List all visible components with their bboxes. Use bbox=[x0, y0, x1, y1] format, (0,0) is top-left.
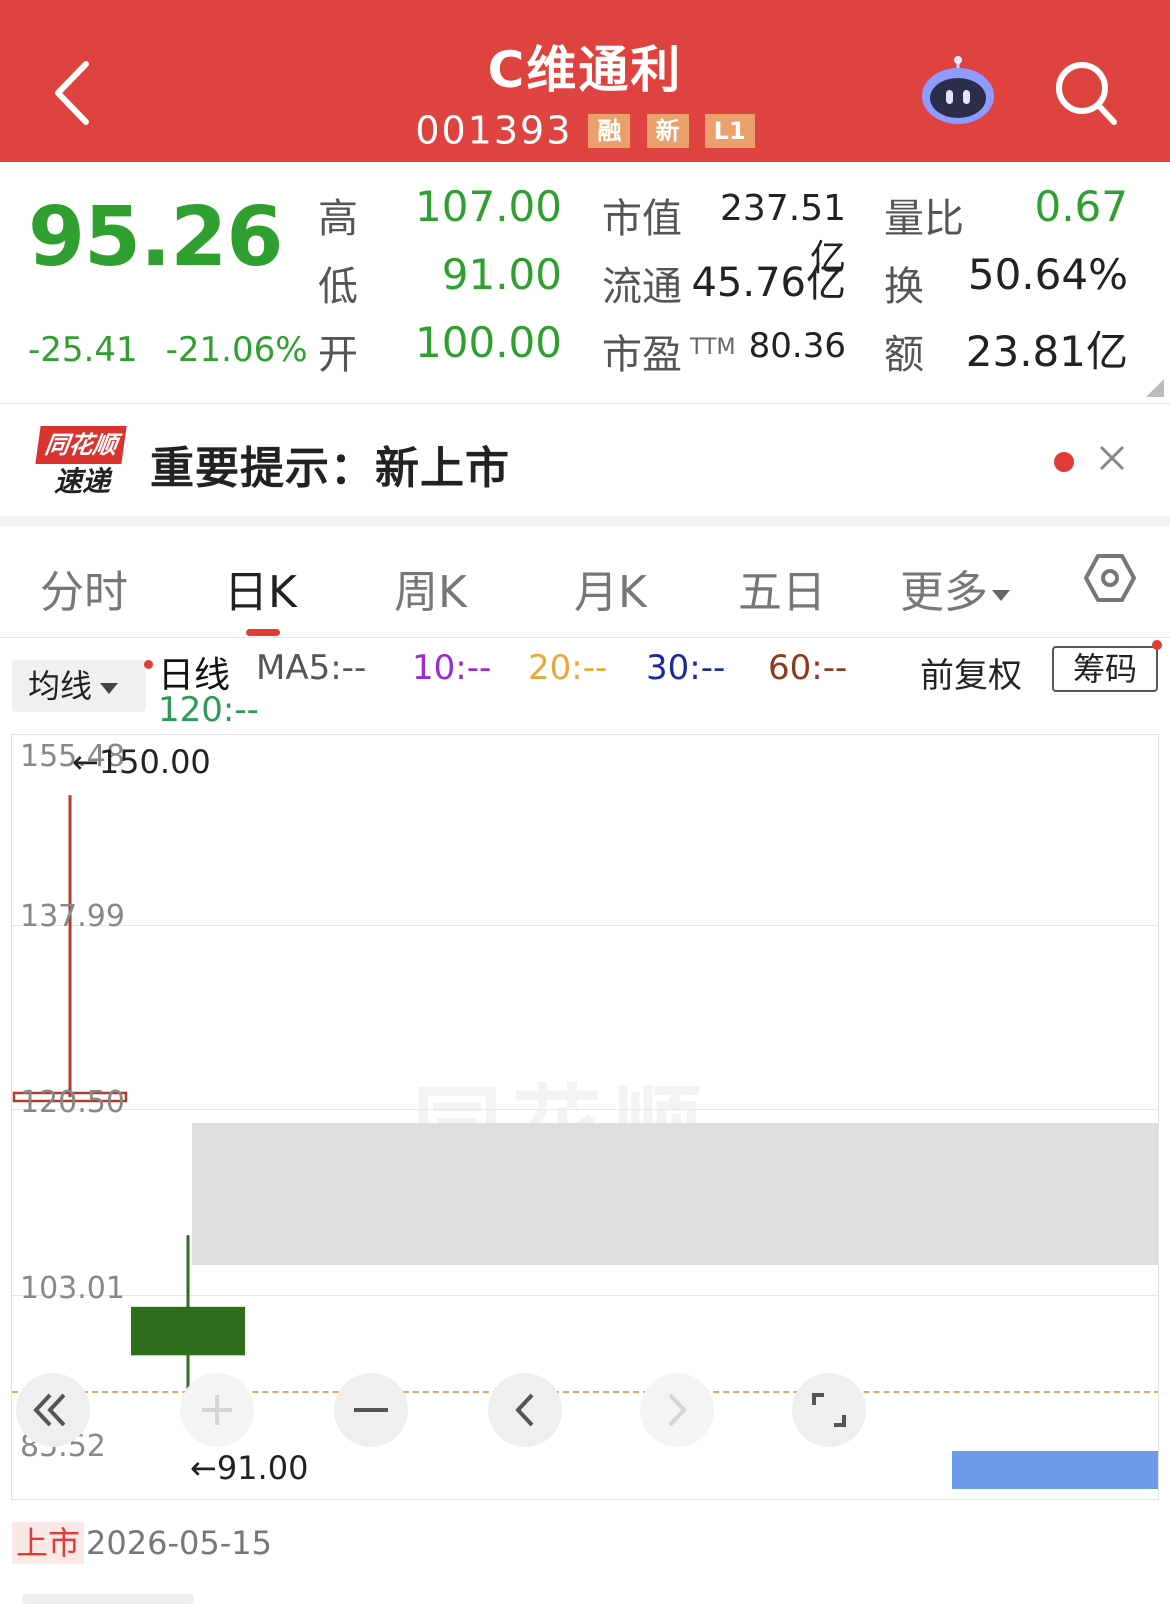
double-chevron-left-icon bbox=[33, 1393, 66, 1427]
scroll-to-start-button[interactable] bbox=[16, 1373, 90, 1447]
chip-notification-dot bbox=[1152, 640, 1162, 650]
volume-ratio-label: 量比 bbox=[884, 196, 964, 242]
section-divider bbox=[0, 516, 1170, 526]
y-tick-label: 137.99 bbox=[20, 899, 125, 934]
tab-monthly-k[interactable]: 月K bbox=[574, 556, 647, 620]
period-tabs: 分时 日K 周K 月K 五日 更多 bbox=[0, 526, 1170, 638]
chevron-down-icon bbox=[992, 589, 1010, 601]
open-label: 开 bbox=[318, 332, 358, 378]
kline-chart[interactable]: 同花顺 155.48 137.99 120.50 103.01 85.52 ←1… bbox=[11, 734, 1159, 1500]
pe-label-group: 市盈 TTM bbox=[602, 322, 735, 380]
tab-weekly-k[interactable]: 周K bbox=[394, 556, 467, 620]
listing-date: 2026-05-15 bbox=[86, 1524, 272, 1562]
volume-indicator-bar bbox=[952, 1451, 1158, 1489]
candle-body[interactable] bbox=[131, 1306, 245, 1356]
minus-icon bbox=[354, 1408, 388, 1412]
turnover-value: 50.64% bbox=[967, 250, 1128, 299]
dropdown-caret-icon bbox=[100, 682, 119, 694]
settings-hexagon-icon[interactable] bbox=[1084, 552, 1136, 604]
chevron-right-icon bbox=[668, 1393, 687, 1427]
low-price-annotation: ←91.00 bbox=[190, 1449, 309, 1487]
ma5-value: MA5:-- bbox=[256, 648, 367, 688]
close-icon[interactable] bbox=[1098, 444, 1126, 472]
tab-five-day[interactable]: 五日 bbox=[738, 556, 826, 620]
chevron-left-icon bbox=[515, 1393, 534, 1427]
ma20-value: 20:-- bbox=[528, 648, 608, 688]
high-label: 高 bbox=[318, 196, 358, 242]
zoom-out-button[interactable] bbox=[334, 1373, 408, 1447]
low-value: 91.00 bbox=[441, 250, 562, 299]
ma-indicator-dot bbox=[144, 660, 153, 669]
amount-value: 23.81亿 bbox=[965, 327, 1128, 376]
active-tab-indicator bbox=[246, 629, 280, 636]
app-header: C维通利 001393 融 新 L1 bbox=[0, 0, 1170, 162]
tab-more[interactable]: 更多 bbox=[900, 556, 1010, 620]
ma60-value: 60:-- bbox=[768, 648, 848, 688]
indicator-dropdown-label: 均线 bbox=[28, 667, 93, 705]
quote-panel: 95.26 -25.41 -21.06% 高 107.00 低 91.00 开 1… bbox=[0, 162, 1170, 404]
robot-assistant-icon[interactable] bbox=[918, 56, 998, 128]
tab-more-label: 更多 bbox=[900, 567, 988, 618]
tab-intraday[interactable]: 分时 bbox=[40, 556, 128, 620]
margin-badge: 融 bbox=[588, 113, 631, 148]
indicator-dropdown[interactable]: 均线 bbox=[12, 660, 146, 712]
expand-corner-icon[interactable] bbox=[1146, 379, 1164, 397]
pe-value: 80.36 bbox=[748, 326, 846, 366]
amount-label: 额 bbox=[884, 332, 924, 378]
ths-express-logo: 同花顺 速递 bbox=[34, 424, 128, 502]
high-price-annotation: ←150.00 bbox=[72, 743, 211, 781]
listing-tag: 上市 bbox=[12, 1522, 85, 1564]
search-icon[interactable] bbox=[1054, 60, 1120, 128]
notice-bar[interactable]: 同花顺 速递 重要提示：新上市 bbox=[0, 404, 1170, 516]
bottom-panel-handle bbox=[22, 1594, 194, 1604]
ma30-value: 30:-- bbox=[646, 648, 726, 688]
listing-date-row: 上市 2026-05-15 bbox=[12, 1518, 272, 1564]
scroll-left-button[interactable] bbox=[488, 1373, 562, 1447]
new-badge: 新 bbox=[646, 113, 689, 148]
y-tick-label: 103.01 bbox=[20, 1271, 125, 1306]
pe-ttm-label: TTM bbox=[690, 334, 736, 360]
zoom-in-button[interactable] bbox=[180, 1373, 254, 1447]
price-change: -25.41 -21.06% bbox=[28, 330, 336, 370]
scroll-right-button[interactable] bbox=[640, 1373, 714, 1447]
logo-top-text: 同花顺 bbox=[35, 426, 127, 464]
low-label: 低 bbox=[318, 264, 358, 310]
turnover-label: 换 bbox=[884, 264, 924, 310]
plus-icon bbox=[202, 1395, 232, 1425]
open-value: 100.00 bbox=[415, 318, 562, 367]
tab-daily-k[interactable]: 日K bbox=[224, 556, 297, 620]
forward-adjust-toggle[interactable]: 前复权 bbox=[920, 648, 1022, 697]
last-price: 95.26 bbox=[28, 190, 283, 285]
mktcap-label: 市值 bbox=[602, 196, 682, 242]
change-amount: -25.41 bbox=[28, 330, 138, 370]
fullscreen-button[interactable] bbox=[792, 1373, 866, 1447]
y-tick-label: 120.50 bbox=[20, 1085, 125, 1120]
chip-distribution-button[interactable]: 筹码 bbox=[1052, 646, 1158, 692]
notice-text: 重要提示：新上市 bbox=[150, 443, 510, 494]
ma10-value: 10:-- bbox=[412, 648, 492, 688]
ma120-value: 120:-- bbox=[158, 690, 259, 730]
pe-label: 市盈 bbox=[602, 332, 682, 378]
unread-dot bbox=[1054, 452, 1074, 472]
stock-code: 001393 bbox=[415, 108, 573, 153]
float-value: 45.76亿 bbox=[691, 260, 846, 306]
change-percent: -21.06% bbox=[165, 330, 308, 370]
volume-ratio-value: 0.67 bbox=[1034, 182, 1128, 231]
float-label: 流通 bbox=[602, 264, 682, 310]
high-value: 107.00 bbox=[415, 182, 562, 231]
moving-average-bar: 均线 日线 MA5:-- 10:-- 20:-- 30:-- 60:-- 120… bbox=[0, 638, 1170, 734]
logo-bottom-text: 速递 bbox=[53, 465, 110, 498]
expand-icon bbox=[812, 1393, 846, 1427]
level-badge: L1 bbox=[704, 113, 755, 148]
